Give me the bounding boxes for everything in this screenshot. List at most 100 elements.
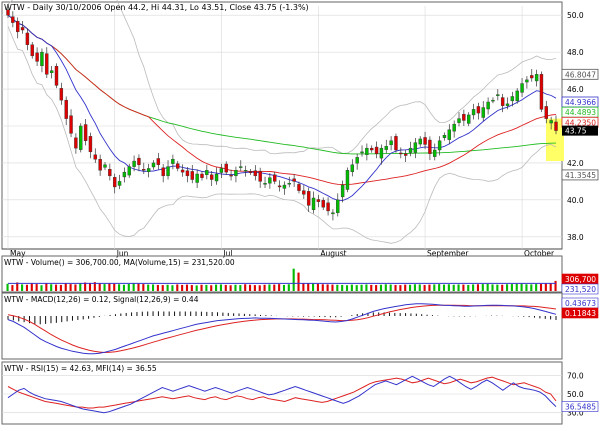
volume-bar bbox=[457, 284, 460, 291]
month-label: Jun bbox=[116, 249, 129, 258]
volume-bar bbox=[113, 283, 116, 291]
candle-body bbox=[93, 154, 97, 160]
candle-body bbox=[510, 96, 515, 102]
volume-bar bbox=[360, 284, 363, 291]
candle-body bbox=[360, 151, 364, 154]
candle-body bbox=[117, 181, 122, 186]
volume-bar bbox=[472, 284, 475, 291]
volume-bar bbox=[248, 284, 252, 291]
volume-bar bbox=[282, 284, 286, 291]
volume-bar bbox=[161, 285, 164, 291]
candle-body bbox=[229, 174, 233, 177]
candle-body bbox=[442, 135, 447, 139]
candle-body bbox=[350, 164, 355, 172]
volume-bar bbox=[190, 285, 193, 291]
volume-bar bbox=[151, 284, 155, 291]
candle-body bbox=[156, 158, 161, 165]
macd-value-label: 0.11843 bbox=[565, 309, 596, 318]
volume-bar bbox=[438, 284, 441, 291]
volume-bar bbox=[404, 284, 407, 291]
candle-body bbox=[219, 168, 224, 173]
candle-body bbox=[467, 114, 471, 124]
volume-bar bbox=[515, 283, 518, 291]
candle-body bbox=[379, 147, 384, 159]
volume-bar bbox=[355, 285, 358, 291]
volume-bar bbox=[413, 284, 416, 291]
volume-bar bbox=[234, 284, 237, 291]
volume-bar bbox=[321, 284, 324, 291]
volume-bar bbox=[253, 285, 256, 291]
volume-bar bbox=[341, 284, 344, 291]
candle-body bbox=[316, 199, 321, 202]
candle-body bbox=[146, 168, 151, 172]
volume-bar bbox=[379, 284, 383, 291]
volume-bar bbox=[229, 285, 232, 291]
candle-body bbox=[355, 157, 359, 164]
macd-value-labels: 0.436730.11843 bbox=[561, 297, 599, 319]
candle-body bbox=[476, 106, 481, 114]
volume-bar bbox=[88, 282, 92, 291]
candle-body bbox=[486, 101, 490, 110]
candle-body bbox=[520, 83, 524, 93]
volume-bar bbox=[35, 284, 38, 291]
volume-value-label: 306,700 bbox=[565, 275, 596, 284]
volume-bar bbox=[428, 284, 431, 291]
volume-bar bbox=[544, 283, 547, 291]
candle-body bbox=[45, 53, 49, 75]
candle-body bbox=[399, 152, 403, 155]
candle-body bbox=[137, 157, 141, 165]
volume-bar bbox=[21, 284, 24, 291]
candle-body bbox=[457, 118, 461, 123]
volume-bar bbox=[510, 284, 513, 291]
candle-body bbox=[176, 163, 180, 169]
volume-bar bbox=[462, 284, 465, 291]
price-tick-label: 38.0 bbox=[567, 233, 584, 242]
candle-body bbox=[311, 197, 316, 211]
candle-body bbox=[40, 51, 44, 67]
candle-body bbox=[180, 169, 185, 173]
volume-bar bbox=[263, 284, 266, 291]
candle-body bbox=[331, 212, 335, 215]
candle-body bbox=[142, 168, 146, 171]
value-label: 44.9366 bbox=[565, 98, 596, 107]
volume-bar bbox=[350, 284, 353, 291]
candle-body bbox=[268, 177, 272, 184]
volume-value-labels: 306,700231,520 bbox=[561, 273, 599, 295]
volume-bar bbox=[292, 268, 295, 291]
volume-bar bbox=[219, 284, 222, 291]
candle-body bbox=[64, 99, 68, 119]
candle-body bbox=[505, 103, 510, 106]
volume-bar bbox=[210, 285, 213, 291]
volume-bar bbox=[501, 284, 504, 291]
volume-bar bbox=[45, 283, 48, 291]
volume-bar bbox=[389, 284, 392, 291]
volume-bar bbox=[467, 284, 470, 291]
candle-body bbox=[190, 171, 194, 180]
candle-body bbox=[103, 164, 107, 168]
candle-body bbox=[234, 170, 238, 177]
volume-bar bbox=[59, 284, 62, 291]
candle-body bbox=[384, 146, 388, 150]
candle-body bbox=[370, 147, 374, 151]
candle-body bbox=[306, 191, 311, 206]
volume-bar bbox=[273, 284, 276, 291]
month-label: September bbox=[427, 249, 469, 258]
volume-bar bbox=[365, 284, 368, 291]
candle-body bbox=[413, 142, 418, 153]
candle-body bbox=[452, 123, 456, 132]
volume-bar bbox=[215, 284, 218, 291]
volume-bar bbox=[549, 283, 552, 291]
month-label: August bbox=[320, 249, 346, 258]
candle-body bbox=[98, 159, 102, 171]
candle-body bbox=[287, 183, 291, 185]
candle-body bbox=[326, 202, 330, 212]
candle-body bbox=[340, 184, 345, 198]
volume-bar bbox=[258, 285, 261, 291]
volume-label: WTW - Volume() = 306,700.00, MA(Volume,1… bbox=[4, 258, 235, 267]
candle-body bbox=[83, 124, 88, 141]
candle-body bbox=[292, 178, 296, 182]
candle-body bbox=[389, 140, 393, 146]
volume-bar bbox=[481, 284, 484, 291]
candle-body bbox=[345, 170, 350, 190]
price-tick-label: 46.0 bbox=[567, 85, 584, 94]
